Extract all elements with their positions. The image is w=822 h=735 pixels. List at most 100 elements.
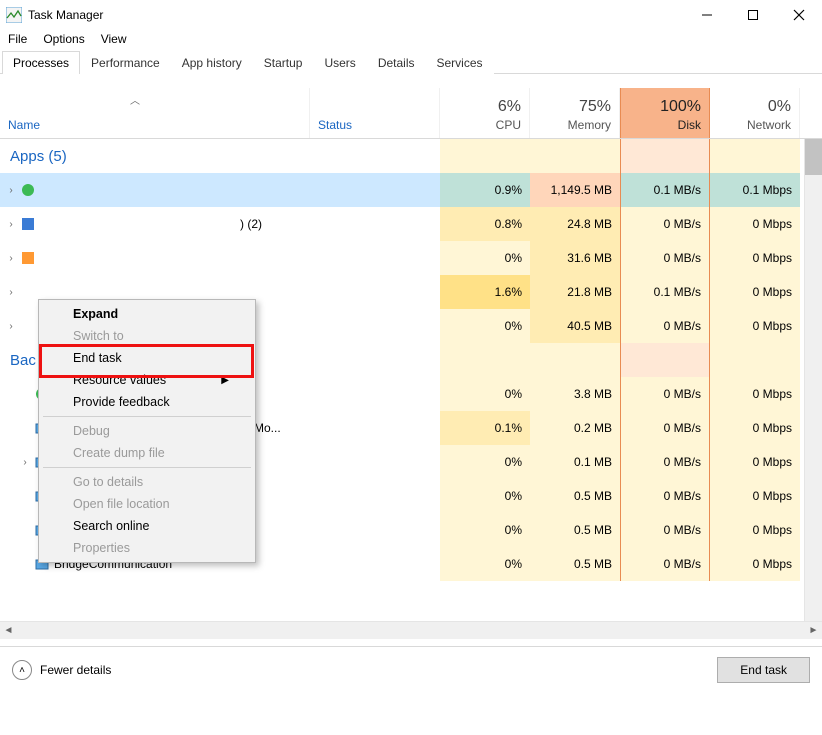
disk-value: 0 MB/s	[620, 479, 710, 513]
chevron-right-icon[interactable]: ›	[20, 457, 30, 468]
network-value: 0 Mbps	[710, 445, 800, 479]
app-icon	[6, 7, 22, 23]
memory-value: 0.5 MB	[530, 513, 620, 547]
ctx-resource-values[interactable]: Resource values ▶	[41, 369, 253, 391]
col-name[interactable]: Name	[0, 88, 310, 138]
menu-file[interactable]: File	[8, 32, 27, 46]
ctx-create-dump: Create dump file	[41, 442, 253, 464]
disk-value: 0.1 MB/s	[620, 173, 710, 207]
col-cpu[interactable]: 6% CPU	[440, 88, 530, 138]
menu-options[interactable]: Options	[43, 32, 84, 46]
col-memory-pct: 75%	[579, 98, 611, 116]
table-row[interactable]: › ) (2) 0.8% 24.8 MB 0 MB/s 0 Mbps	[0, 207, 822, 241]
context-menu: Expand Switch to End task Resource value…	[38, 299, 256, 563]
disk-value: 0 MB/s	[620, 377, 710, 411]
horizontal-scrollbar[interactable]: ◄ ►	[0, 621, 822, 639]
ctx-debug: Debug	[41, 420, 253, 442]
fewer-details-label: Fewer details	[40, 663, 111, 677]
separator	[43, 467, 251, 468]
cpu-value: 0%	[440, 241, 530, 275]
ctx-end-task[interactable]: End task	[41, 347, 253, 369]
disk-value: 0 MB/s	[620, 207, 710, 241]
chevron-right-icon[interactable]: ›	[6, 321, 16, 332]
ctx-resource-values-label: Resource values	[73, 373, 166, 387]
fewer-details-button[interactable]: ˄ Fewer details	[12, 660, 111, 680]
table-row[interactable]: › 0% 31.6 MB 0 MB/s 0 Mbps	[0, 241, 822, 275]
memory-value: 21.8 MB	[530, 275, 620, 309]
ctx-switch-to: Switch to	[41, 325, 253, 347]
scroll-right-icon[interactable]: ►	[805, 622, 822, 639]
col-memory-label: Memory	[568, 118, 611, 132]
cpu-value: 0%	[440, 547, 530, 581]
cpu-value: 0.9%	[440, 173, 530, 207]
ctx-open-location: Open file location	[41, 493, 253, 515]
tab-details[interactable]: Details	[367, 51, 426, 74]
app-process-icon	[20, 250, 36, 266]
ctx-expand[interactable]: Expand	[41, 303, 253, 325]
vertical-scrollbar[interactable]	[804, 139, 822, 639]
ctx-go-details: Go to details	[41, 471, 253, 493]
col-disk[interactable]: 100% Disk	[620, 88, 710, 138]
network-value: 0 Mbps	[710, 513, 800, 547]
memory-value: 0.2 MB	[530, 411, 620, 445]
cpu-value: 1.6%	[440, 275, 530, 309]
scrollbar-thumb[interactable]	[805, 139, 822, 175]
cpu-value: 0.1%	[440, 411, 530, 445]
tab-users[interactable]: Users	[313, 51, 366, 74]
table-row[interactable]: › 0.9% 1,149.5 MB 0.1 MB/s 0.1 Mbps	[0, 173, 822, 207]
process-name: Mo...	[254, 421, 281, 435]
disk-value: 0 MB/s	[620, 445, 710, 479]
process-grid: ︿ Name Status 6% CPU 75% Memory 100% Dis…	[0, 74, 822, 647]
disk-value: 0 MB/s	[620, 547, 710, 581]
col-status-label: Status	[318, 118, 431, 132]
col-disk-pct: 100%	[660, 98, 701, 116]
disk-value: 0.1 MB/s	[620, 275, 710, 309]
ctx-provide-feedback[interactable]: Provide feedback	[41, 391, 253, 413]
col-network-label: Network	[747, 118, 791, 132]
separator	[43, 416, 251, 417]
network-value: 0 Mbps	[710, 241, 800, 275]
tab-startup[interactable]: Startup	[253, 51, 314, 74]
scroll-left-icon[interactable]: ◄	[0, 622, 17, 639]
cpu-value: 0%	[440, 513, 530, 547]
close-button[interactable]	[776, 0, 822, 30]
network-value: 0 Mbps	[710, 479, 800, 513]
chevron-right-icon[interactable]: ›	[6, 185, 16, 196]
memory-value: 24.8 MB	[530, 207, 620, 241]
disk-value: 0 MB/s	[620, 411, 710, 445]
menu-view[interactable]: View	[101, 32, 127, 46]
sort-indicator-icon: ︿	[130, 92, 140, 107]
network-value: 0.1 Mbps	[710, 173, 800, 207]
tabs: Processes Performance App history Startu…	[0, 50, 822, 74]
memory-value: 0.5 MB	[530, 547, 620, 581]
memory-value: 40.5 MB	[530, 309, 620, 343]
end-task-button[interactable]: End task	[717, 657, 810, 683]
minimize-button[interactable]	[684, 0, 730, 30]
group-apps[interactable]: Apps (5)	[0, 139, 822, 173]
chevron-right-icon[interactable]: ›	[6, 287, 16, 298]
app-process-icon	[20, 216, 36, 232]
maximize-button[interactable]	[730, 0, 776, 30]
tab-performance[interactable]: Performance	[80, 51, 171, 74]
cpu-value: 0%	[440, 445, 530, 479]
cpu-value: 0.8%	[440, 207, 530, 241]
ctx-properties: Properties	[41, 537, 253, 559]
tab-processes[interactable]: Processes	[2, 51, 80, 74]
col-memory[interactable]: 75% Memory	[530, 88, 620, 138]
disk-value: 0 MB/s	[620, 241, 710, 275]
chevron-right-icon[interactable]: ›	[6, 253, 16, 264]
tab-services[interactable]: Services	[426, 51, 494, 74]
col-status[interactable]: Status	[310, 88, 440, 138]
group-apps-label: Apps (5)	[0, 148, 310, 165]
chevron-right-icon[interactable]: ›	[6, 219, 16, 230]
memory-value: 3.8 MB	[530, 377, 620, 411]
memory-value: 1,149.5 MB	[530, 173, 620, 207]
col-network-pct: 0%	[768, 98, 791, 116]
col-network[interactable]: 0% Network	[710, 88, 800, 138]
column-headers: ︿ Name Status 6% CPU 75% Memory 100% Dis…	[0, 88, 822, 139]
tab-app-history[interactable]: App history	[171, 51, 253, 74]
ctx-search-online[interactable]: Search online	[41, 515, 253, 537]
menubar: File Options View	[0, 30, 822, 50]
network-value: 0 Mbps	[710, 547, 800, 581]
memory-value: 0.5 MB	[530, 479, 620, 513]
